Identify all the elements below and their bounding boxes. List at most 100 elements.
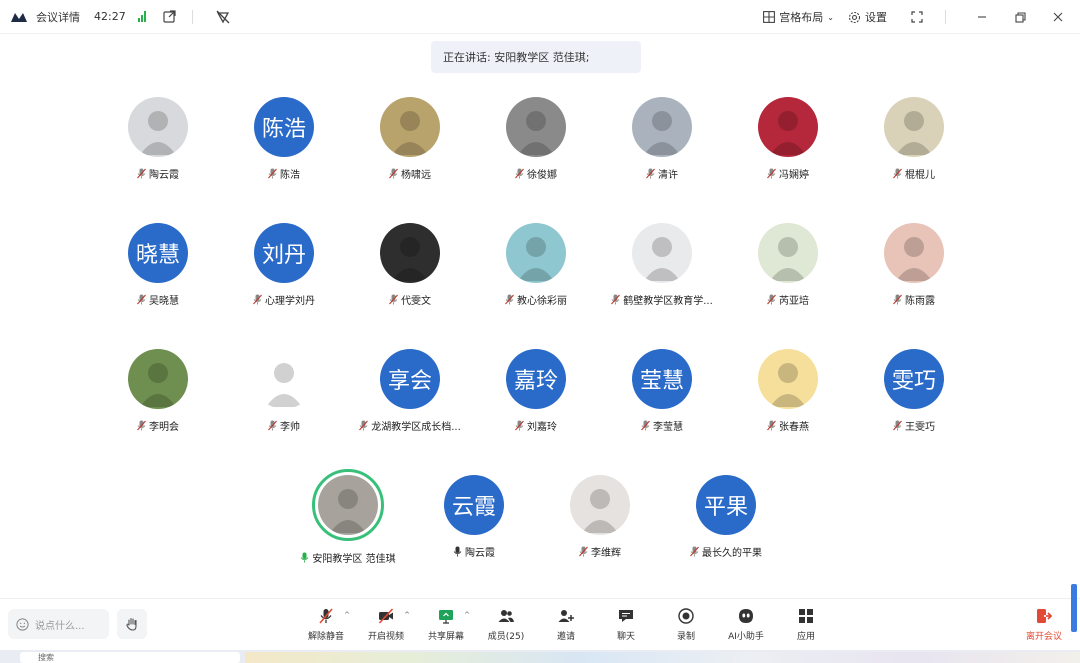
tencent-meeting-logo: [10, 11, 28, 23]
participant-name: 张春燕: [779, 422, 809, 433]
taskbar-search[interactable]: 搜索: [20, 652, 240, 663]
participant-name: 龙湖教学区成长档...: [371, 422, 461, 433]
avatar: [506, 223, 566, 283]
toolbar-buttons: 解除静音 ^ 开启视频 ^ 共享屏幕 ^ 成员(25) 邀请 聊天 录制 AI小助手 应用: [296, 607, 836, 642]
leave-meeting-button[interactable]: 离开会议: [1026, 607, 1062, 642]
participant-name: 陶云霞: [149, 170, 179, 181]
mic-muted-icon: [505, 294, 514, 305]
settings-button[interactable]: 设置: [848, 9, 887, 25]
close-icon[interactable]: [1050, 9, 1066, 25]
tool-button-members[interactable]: 成员(25): [476, 607, 536, 642]
participant-name: 李明会: [149, 422, 179, 433]
participant-name: 教心徐彩丽: [517, 296, 567, 307]
participant-tile[interactable]: 嘉玲 刘嘉玲: [473, 349, 599, 433]
mic-muted-icon: [268, 420, 277, 431]
participant-tile[interactable]: 莹慧 李莹慧: [599, 349, 725, 433]
participant-tile[interactable]: 棍棍儿: [851, 97, 977, 181]
apps-icon: [797, 607, 815, 625]
chevron-up-icon[interactable]: ^: [404, 611, 410, 619]
tool-button-mic-muted[interactable]: 解除静音 ^: [296, 607, 356, 642]
taskbar-apps: [245, 652, 1080, 663]
participant-name: 王雯巧: [905, 422, 935, 433]
participant-tile[interactable]: 享会龙湖教学区成长档...: [347, 349, 473, 433]
mic-muted-icon: [579, 546, 588, 557]
participant-name-row: 心理学刘丹: [221, 292, 347, 307]
participant-tile[interactable]: 安阳教学区 范佳琪: [285, 469, 411, 565]
participant-tile[interactable]: 张春燕: [725, 349, 851, 433]
tool-button-apps[interactable]: 应用: [776, 607, 836, 642]
signal-strength-icon[interactable]: [137, 11, 146, 22]
participant-name-row: 刘嘉玲: [473, 418, 599, 433]
minimize-icon[interactable]: [974, 9, 990, 25]
participant-tile[interactable]: 雯巧 王雯巧: [851, 349, 977, 433]
participant-name-row: 陈雨露: [851, 292, 977, 307]
participant-tile[interactable]: 芮亚培: [725, 223, 851, 307]
tool-button-chat[interactable]: 聊天: [596, 607, 656, 642]
participant-tile[interactable]: 冯娴婷: [725, 97, 851, 181]
tool-button-video-off[interactable]: 开启视频 ^: [356, 607, 416, 642]
participant-tile[interactable]: 李明会: [95, 349, 221, 433]
participant-tile[interactable]: 鹤壁教学区教育学...: [599, 223, 725, 307]
tool-button-ai-assistant[interactable]: AI小助手: [716, 607, 776, 642]
mic-muted-icon: [611, 294, 621, 305]
participant-name: 李维辉: [591, 548, 621, 559]
participant-name-row: 鹤壁教学区教育学...: [599, 292, 725, 307]
participant-name-row: 教心徐彩丽: [473, 292, 599, 307]
fullscreen-icon[interactable]: [909, 9, 925, 25]
avatar: [380, 97, 440, 157]
participant-tile[interactable]: 李维辉: [537, 475, 663, 559]
mic-muted-icon: [767, 420, 776, 431]
mic-muted-icon: [268, 168, 277, 179]
tool-label: 开启视频: [367, 632, 404, 642]
avatar: 陈浩: [254, 97, 314, 157]
participant-tile[interactable]: 云霞 陶云霞: [411, 475, 537, 559]
participant-tile[interactable]: 晓慧 吴晓慧: [95, 223, 221, 307]
avatar: [632, 223, 692, 283]
participant-name-row: 王雯巧: [851, 418, 977, 433]
mic-muted-icon: [641, 420, 650, 431]
participant-name: 李帅: [280, 422, 300, 433]
tool-button-invite[interactable]: 邀请: [536, 607, 596, 642]
mic-muted-icon: [515, 168, 524, 179]
members-icon: [497, 607, 515, 625]
grid-layout-icon: [763, 11, 776, 23]
participant-name-row: 龙湖教学区成长档...: [347, 418, 473, 433]
participant-tile[interactable]: 刘丹 心理学刘丹: [221, 223, 347, 307]
tool-button-share-screen[interactable]: 共享屏幕 ^: [416, 607, 476, 642]
record-icon: [677, 607, 695, 625]
raise-hand-button[interactable]: [117, 609, 147, 639]
quick-message-input[interactable]: 说点什么...: [8, 609, 109, 639]
participant-tile[interactable]: 陶云霞: [95, 97, 221, 181]
chevron-up-icon[interactable]: ^: [344, 611, 350, 619]
meeting-details-link[interactable]: 会议详情: [36, 9, 80, 25]
participant-tile[interactable]: 陈浩 陈浩: [221, 97, 347, 181]
chevron-up-icon[interactable]: ^: [464, 611, 470, 619]
participant-tile[interactable]: 徐俊娜: [473, 97, 599, 181]
tool-label: 应用: [796, 632, 815, 642]
participant-tile[interactable]: 代雯文: [347, 223, 473, 307]
participant-tile[interactable]: 教心徐彩丽: [473, 223, 599, 307]
participant-name-row: 张春燕: [725, 418, 851, 433]
restore-icon[interactable]: [1012, 9, 1028, 25]
mic-muted-icon: [515, 420, 524, 431]
avatar: 晓慧: [128, 223, 188, 283]
participant-name-row: 吴晓慧: [95, 292, 221, 307]
avatar: 享会: [380, 349, 440, 409]
participant-tile[interactable]: 平果 最长久的平果: [663, 475, 789, 559]
participant-tile[interactable]: 李帅: [221, 349, 347, 433]
participant-tile[interactable]: 杨啸远: [347, 97, 473, 181]
divider: [945, 10, 946, 24]
participant-name-row: 李维辉: [537, 544, 663, 559]
participant-name: 徐俊娜: [527, 170, 557, 181]
pop-out-icon[interactable]: [162, 9, 178, 25]
mic-muted-icon: [893, 420, 902, 431]
window-edge-accent: [1071, 584, 1077, 632]
tool-button-record[interactable]: 录制: [656, 607, 716, 642]
grid-layout-button[interactable]: 宫格布局 ⌄: [763, 9, 834, 25]
noise-reduction-off-icon[interactable]: [215, 9, 231, 25]
participant-name: 杨啸远: [401, 170, 431, 181]
participant-tile[interactable]: 陈雨露: [851, 223, 977, 307]
tool-label: AI小助手: [728, 632, 764, 642]
participant-tile[interactable]: 清许: [599, 97, 725, 181]
mic-muted-icon: [253, 294, 262, 305]
